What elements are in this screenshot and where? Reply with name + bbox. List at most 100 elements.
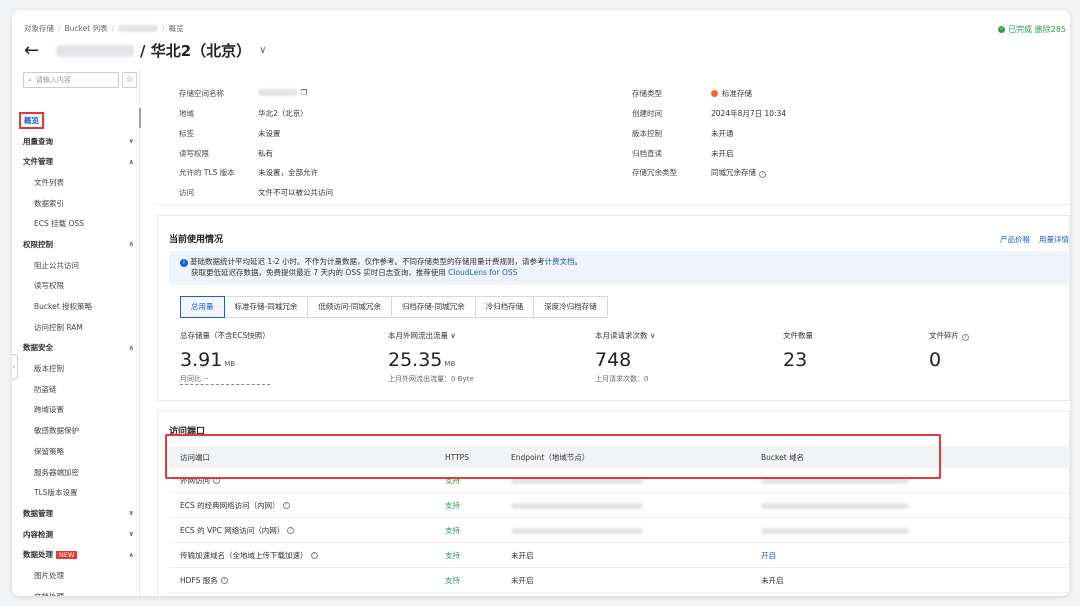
sidebar-item[interactable]: 防盗链 [12,379,140,400]
sidebar-item[interactable]: 版本控制 [12,358,140,379]
info-key: 标签 [179,129,194,138]
sidebar-item[interactable]: 概览 [12,110,140,131]
tab-storage-type[interactable]: 总用量 [180,296,225,318]
info-row: 访问 文件不可以被公共访问 [179,187,333,198]
tab-storage-type[interactable]: 深度冷归档存储 [534,296,608,318]
chevron-up-icon[interactable]: ∧ [128,551,134,559]
sidebar-search[interactable]: ⌕ 请输入内容 [23,72,119,88]
copy-icon[interactable]: ❐ [300,88,307,97]
sidebar-item-label: 数据处理 [23,550,53,560]
tab-storage-type[interactable]: 归档存储-同城冗余 [391,296,476,318]
metric-label-text: 本月外网流出流量 [388,331,448,340]
usage-metric: 本月外网流出流量 ∨ 25.35 MB 上月外网流出流量：0 Byte [388,330,474,384]
info-value-text: 同城冗余存储 [711,168,756,177]
chevron-down-icon[interactable]: ∨ [448,331,456,340]
sidebar-item-label: 内容检测 [23,529,53,539]
usage-notice: i 基础数据统计平均延迟 1-2 小时。不作为计量数据，仅作参考。不同存储类型的存… [169,251,1070,285]
sidebar-item[interactable]: 内容检测 ∨ [12,524,140,545]
tab-storage-type[interactable]: 标准存储-同城冗余 [224,296,309,318]
help-icon[interactable]: ? [287,527,295,534]
sidebar-item[interactable]: 阻止公共访问 [12,255,140,276]
notice-line-1: 基础数据统计平均延迟 1-2 小时。不作为计量数据，仅作参考。不同存储类型的存储… [190,257,545,266]
chevron-down-icon[interactable]: ∨ [128,137,134,145]
sidebar-item[interactable]: TLS版本设置 [12,482,140,503]
help-icon[interactable]: ? [282,502,290,509]
sidebar-item[interactable]: 文档处理 [12,586,140,596]
endpoint-value [511,494,643,517]
info-row: 标签 未设置 [179,128,281,139]
sidebar-item-label: 跨域设置 [34,405,64,415]
chevron-up-icon[interactable]: ∧ [128,240,134,248]
help-icon[interactable]: ? [310,552,318,559]
info-value-text: 2024年8月7日 10:34 [711,109,787,118]
table-row: ECS 的 VPC 网络访问（内网）? 支持 [169,519,1070,543]
info-value: 未设置，全部允许 [258,168,318,177]
sidebar-item[interactable]: ECS 挂载 OSS [12,213,140,234]
metric-label: 文件数量 [783,330,813,341]
chevron-down-icon[interactable]: ∨ [648,331,656,340]
favorite-star-icon[interactable]: ☆ [122,72,137,88]
sidebar-item[interactable]: 权限控制 ∧ [12,234,140,255]
sidebar-item[interactable]: 图片处理 [12,565,140,586]
metric-number: 3.91 [180,349,223,371]
page-header: ← / 华北2（北京） ∨ [24,40,266,61]
chevron-down-icon[interactable]: ∨ [128,509,134,517]
sidebar-item[interactable]: 敏感数据保护 [12,420,140,441]
breadcrumb-bucket-redacted[interactable] [118,25,159,32]
pricing-link[interactable]: 产品价格 [1000,234,1030,245]
sidebar-item[interactable]: 读写权限 [12,276,140,297]
sidebar-item-label: TLS版本设置 [34,488,78,498]
usage-detail-link[interactable]: 用量详情 [1039,234,1069,245]
help-icon[interactable]: ? [220,577,228,584]
chevron-down-icon[interactable]: ∨ [259,45,266,56]
sidebar-item-label: 数据管理 [23,508,53,518]
sidebar-item-label: 数据安全 [23,343,53,353]
chevron-up-icon[interactable]: ∧ [128,344,134,352]
chevron-down-icon[interactable]: ∨ [128,530,134,538]
sidebar-collapse-icon[interactable]: ‹ [12,354,18,380]
endpoint-value: 未开启 [511,576,534,585]
sidebar-item-label-wrap: 数据处理 NEW [23,549,78,560]
sidebar-item[interactable]: 数据安全 ∧ [12,338,140,359]
sidebar-item[interactable]: 文件列表 [12,172,140,193]
sidebar-item[interactable]: 访问控制 RAM [12,317,140,338]
sidebar-item[interactable]: 跨域设置 [12,400,140,421]
info-key: 归档直读 [632,149,662,158]
sidebar-item[interactable]: 保留策略 [12,441,140,462]
sidebar-item[interactable]: 数据处理 NEW ∧ [12,544,140,565]
tab-storage-type[interactable]: 低频访问-同城冗余 [308,296,392,318]
cloudlens-link[interactable]: CloudLens for OSS [448,268,517,277]
info-value: 文件不可以被公共访问 [258,188,333,197]
tab-storage-type[interactable]: 冷归档存储 [475,296,535,318]
info-icon: i [180,259,188,267]
task-status[interactable]: ✓ 已完成 删除285 [998,24,1066,35]
back-arrow-icon[interactable]: ← [24,40,46,61]
task-status-text: 已完成 删除285 [1008,25,1066,34]
chevron-up-icon[interactable]: ∧ [128,158,134,166]
sidebar-item-label: 文档处理 [34,591,64,596]
usage-metric: 总存储量（不含ECS快照） 3.91 MB 月同比 -- [180,330,270,385]
metric-value: 25.35 MB [388,349,474,371]
port-name-text: 传输加速域名（全地域上传下载加速） [180,551,308,560]
sidebar-item[interactable]: 文件管理 ∧ [12,151,140,172]
sidebar-item[interactable]: 用量查询 ∨ [12,131,140,152]
sidebar-item[interactable]: Bucket 授权策略 [12,296,140,317]
sidebar-item[interactable]: 数据索引 [12,193,140,214]
sidebar-item-label: 权限控制 [23,239,53,249]
sidebar-item-label: 防盗链 [34,384,57,394]
sidebar-item[interactable]: 服务器端加密 [12,462,140,483]
breadcrumb-oss[interactable]: 对象存储 [24,23,54,34]
metric-number: 748 [595,349,632,371]
info-row: 归档直读 未开启 [632,148,734,159]
app-window: 对象存储 / Bucket 列表 / / 概览 ✓ 已完成 删除285 ← / … [12,10,1070,596]
bucket-domain[interactable]: 开启 [761,544,776,567]
help-icon[interactable]: ? [962,334,969,341]
sidebar-item[interactable]: 数据管理 ∨ [12,503,140,524]
new-badge: NEW [56,551,78,560]
help-icon[interactable]: ? [759,171,766,178]
metric-label: 文件碎片? [929,330,969,341]
port-name-text: ECS 的经典网络访问（内网） [180,501,280,510]
breadcrumb-bucket-list[interactable]: Bucket 列表 [65,23,108,34]
https-support: 支持 [445,526,460,535]
billing-doc-link[interactable]: 计费文档 [545,257,575,266]
